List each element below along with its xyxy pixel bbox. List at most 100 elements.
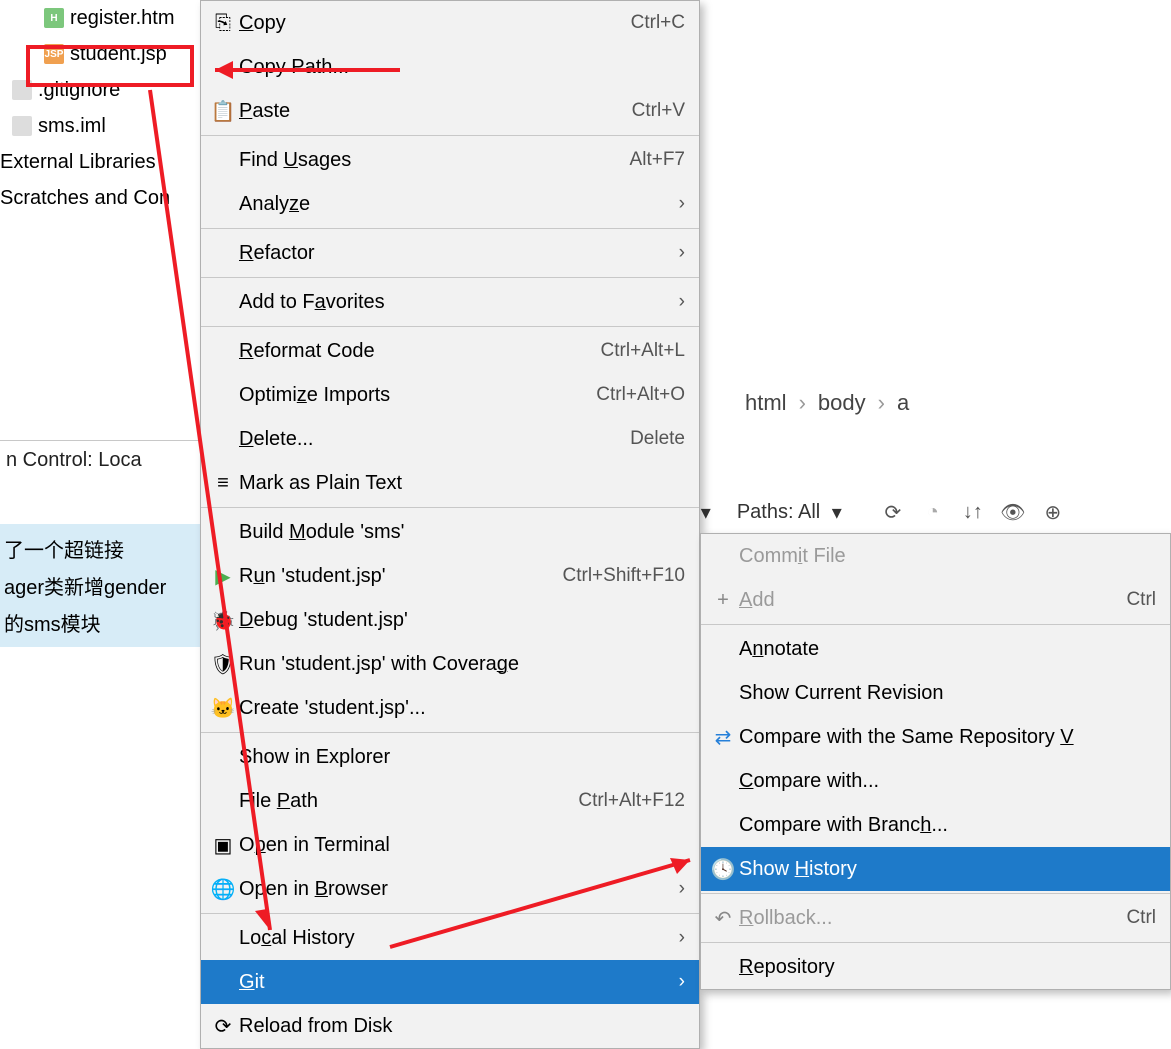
menu-item[interactable]: 🐞Debug 'student.jsp' (201, 598, 699, 642)
menu-item-label: Copy Path... (239, 56, 685, 79)
submenu-arrow-icon: › (679, 193, 685, 215)
menu-item-shortcut: Ctrl+Alt+L (601, 340, 685, 362)
menu-item[interactable]: Analyze› (201, 182, 699, 226)
menu-item[interactable]: Find UsagesAlt+F7 (201, 138, 699, 182)
git-submenu: Commit File+AddCtrl AnnotateShow Current … (700, 533, 1171, 990)
menu-item[interactable]: Git› (201, 960, 699, 1004)
project-tree: Hregister.htm JSP student.jsp .gitignore sms… (0, 0, 200, 216)
menu-item-shortcut: Ctrl+C (631, 12, 685, 34)
menu-item[interactable]: ⟳Reload from Disk (201, 1004, 699, 1048)
menu-item-shortcut: Ctrl (1126, 907, 1156, 929)
chevron-right-icon: › (799, 390, 806, 416)
breadcrumb-item[interactable]: body (818, 390, 866, 416)
menu-item[interactable]: Show in Explorer (201, 735, 699, 779)
vcs-toolbar: All ▾ Paths: All ▾ ⟳ ◔ ↓↑ 👁 ⊕ (667, 495, 1070, 529)
menu-item-label: Paste (239, 100, 632, 123)
menu-item[interactable]: Copy Path... (201, 45, 699, 89)
menu-item-label: Add (739, 589, 1126, 612)
term-icon: ▣ (207, 833, 239, 858)
breadcrumb-item[interactable]: a (897, 390, 909, 416)
tree-item[interactable]: sms.iml (0, 108, 200, 144)
menu-item[interactable]: Build Module 'sms' (201, 510, 699, 554)
menu-item-label: Show History (739, 858, 1156, 881)
menu-item-shortcut: Alt+F7 (630, 149, 685, 171)
submenu-arrow-icon: › (679, 242, 685, 264)
menu-item[interactable]: Repository (701, 945, 1170, 989)
menu-item-label: Build Module 'sms' (239, 521, 685, 544)
menu-item[interactable]: 🛡Run 'student.jsp' with Coverage (201, 642, 699, 686)
tree-item-label: student.jsp (70, 43, 167, 66)
menu-item-label: Create 'student.jsp'... (239, 697, 685, 720)
menu-item[interactable]: ⎘CopyCtrl+C (201, 1, 699, 45)
menu-separator (201, 913, 699, 914)
debug-icon: 🐞 (207, 608, 239, 633)
eye-icon[interactable]: 👁 (996, 495, 1030, 529)
context-menu: ⎘CopyCtrl+C Copy Path... 📋PasteCtrl+V Find … (200, 0, 700, 1049)
menu-separator (201, 135, 699, 136)
menu-item[interactable]: ▣Open in Terminal (201, 823, 699, 867)
menu-item[interactable]: Reformat CodeCtrl+Alt+L (201, 329, 699, 373)
tree-item-label: register.htm (70, 7, 174, 30)
menu-item[interactable]: 🕓Show History (701, 847, 1170, 891)
menu-item-label: Reformat Code (239, 340, 601, 363)
paste-icon: 📋 (207, 99, 239, 124)
menu-item[interactable]: ↶Rollback...Ctrl (701, 896, 1170, 940)
menu-item-label: Run 'student.jsp' with Coverage (239, 653, 685, 676)
menu-item[interactable]: Local History › (201, 916, 699, 960)
expand-icon[interactable]: ⊕ (1036, 495, 1070, 529)
cherry-pick-icon[interactable]: ◔ (916, 495, 950, 529)
menu-item[interactable]: File PathCtrl+Alt+F12 (201, 779, 699, 823)
menu-item[interactable]: 🐱Create 'student.jsp'... (201, 686, 699, 730)
tree-item-label: Scratches and Con (0, 187, 170, 210)
tree-item-label: sms.iml (38, 115, 106, 138)
menu-item[interactable]: Refactor› (201, 231, 699, 275)
chevron-right-icon: › (878, 390, 885, 416)
menu-item[interactable]: ▶Run 'student.jsp'Ctrl+Shift+F10 (201, 554, 699, 598)
menu-item-label: Compare with... (739, 770, 1156, 793)
menu-item[interactable]: 📋PasteCtrl+V (201, 89, 699, 133)
menu-item[interactable]: Add to Favorites› (201, 280, 699, 324)
menu-separator (701, 624, 1170, 625)
breadcrumb-item[interactable]: html (745, 390, 787, 416)
submenu-arrow-icon: › (679, 291, 685, 313)
tree-item[interactable]: Scratches and Con (0, 180, 200, 216)
tree-item[interactable]: JSP student.jsp (0, 36, 200, 72)
menu-item[interactable]: Compare with... (701, 759, 1170, 803)
cmp-icon: ⇄ (707, 725, 739, 750)
run-icon: ▶ (207, 564, 239, 589)
tree-item[interactable]: External Libraries (0, 144, 200, 180)
menu-item[interactable]: 🌐Open in Browser› (201, 867, 699, 911)
menu-item-label: Repository (739, 956, 1156, 979)
menu-item[interactable]: ≡Mark as Plain Text (201, 461, 699, 505)
menu-item-shortcut: Ctrl+Alt+F12 (578, 790, 685, 812)
submenu-arrow-icon: › (679, 878, 685, 900)
menu-item[interactable]: Compare with Branch... (701, 803, 1170, 847)
menu-item-label: Local History (239, 927, 667, 950)
menu-item[interactable]: ⇄Compare with the Same Repository V (701, 715, 1170, 759)
clock-icon: 🕓 (707, 857, 739, 882)
submenu-arrow-icon: › (679, 927, 685, 949)
version-control-panel: n Control: Loca 了一个超链接 ager类新增gender 的sm… (0, 440, 200, 647)
menu-item-shortcut: Ctrl+Shift+F10 (563, 565, 686, 587)
cat-icon: 🐱 (207, 696, 239, 721)
filter-paths[interactable]: Paths: All (737, 501, 820, 524)
menu-item-label: Optimize Imports (239, 384, 596, 407)
menu-item[interactable]: Optimize ImportsCtrl+Alt+O (201, 373, 699, 417)
menu-item[interactable]: Delete...Delete (201, 417, 699, 461)
menu-item[interactable]: Commit File (701, 534, 1170, 578)
txt-icon: ≡ (207, 472, 239, 495)
refresh-icon[interactable]: ⟳ (876, 495, 910, 529)
menu-separator (201, 277, 699, 278)
menu-item-label: Copy (239, 12, 631, 35)
menu-item[interactable]: Show Current Revision (701, 671, 1170, 715)
menu-item-label: Mark as Plain Text (239, 472, 685, 495)
menu-item-shortcut: Delete (630, 428, 685, 450)
turn-off-icon[interactable]: ↓↑ (956, 495, 990, 529)
jsp-file-icon: JSP (44, 44, 64, 64)
globe-icon: 🌐 (207, 877, 239, 902)
menu-item[interactable]: +AddCtrl (701, 578, 1170, 622)
tree-item[interactable]: Hregister.htm (0, 0, 200, 36)
submenu-arrow-icon: › (679, 971, 685, 993)
menu-item[interactable]: Annotate (701, 627, 1170, 671)
tree-item[interactable]: .gitignore (0, 72, 200, 108)
